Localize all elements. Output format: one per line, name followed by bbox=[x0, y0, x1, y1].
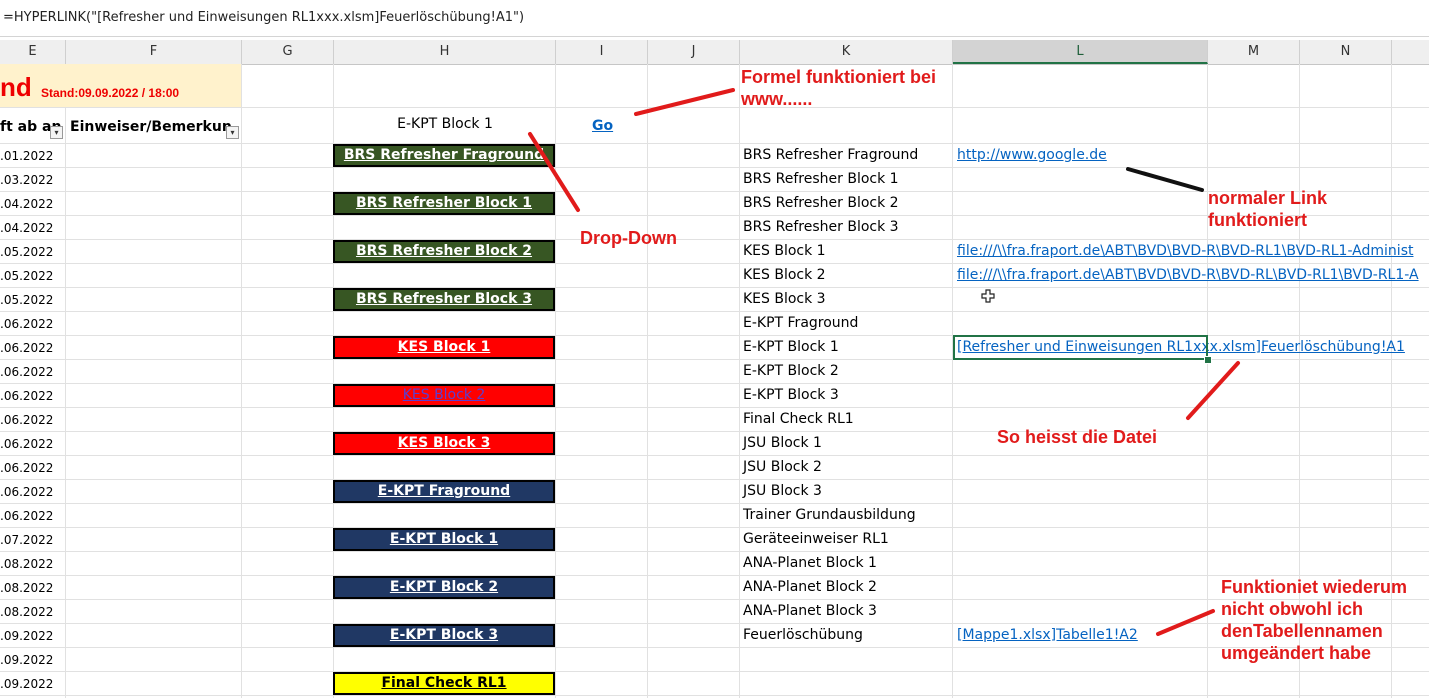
annotation-overlay bbox=[528, 88, 1240, 636]
annotation-datei: So heisst die Datei bbox=[997, 427, 1158, 447]
cursor-icon bbox=[981, 289, 995, 303]
arrow-datei bbox=[1186, 361, 1240, 420]
arrow-dropdown bbox=[528, 132, 580, 212]
annotation-dropdown: Drop-Down bbox=[580, 228, 677, 248]
arrow-funktioniet bbox=[1156, 609, 1215, 636]
annotation-normaler: normaler Link funktioniert bbox=[1208, 188, 1328, 230]
annotation-funktioniet: Funktioniet wiederum nicht obwohl ich de… bbox=[1221, 577, 1408, 663]
arrow-normaler bbox=[1126, 167, 1204, 192]
arrow-formel bbox=[634, 88, 735, 116]
annotation-formel: Formel funktioniert bei www...... bbox=[741, 67, 937, 109]
